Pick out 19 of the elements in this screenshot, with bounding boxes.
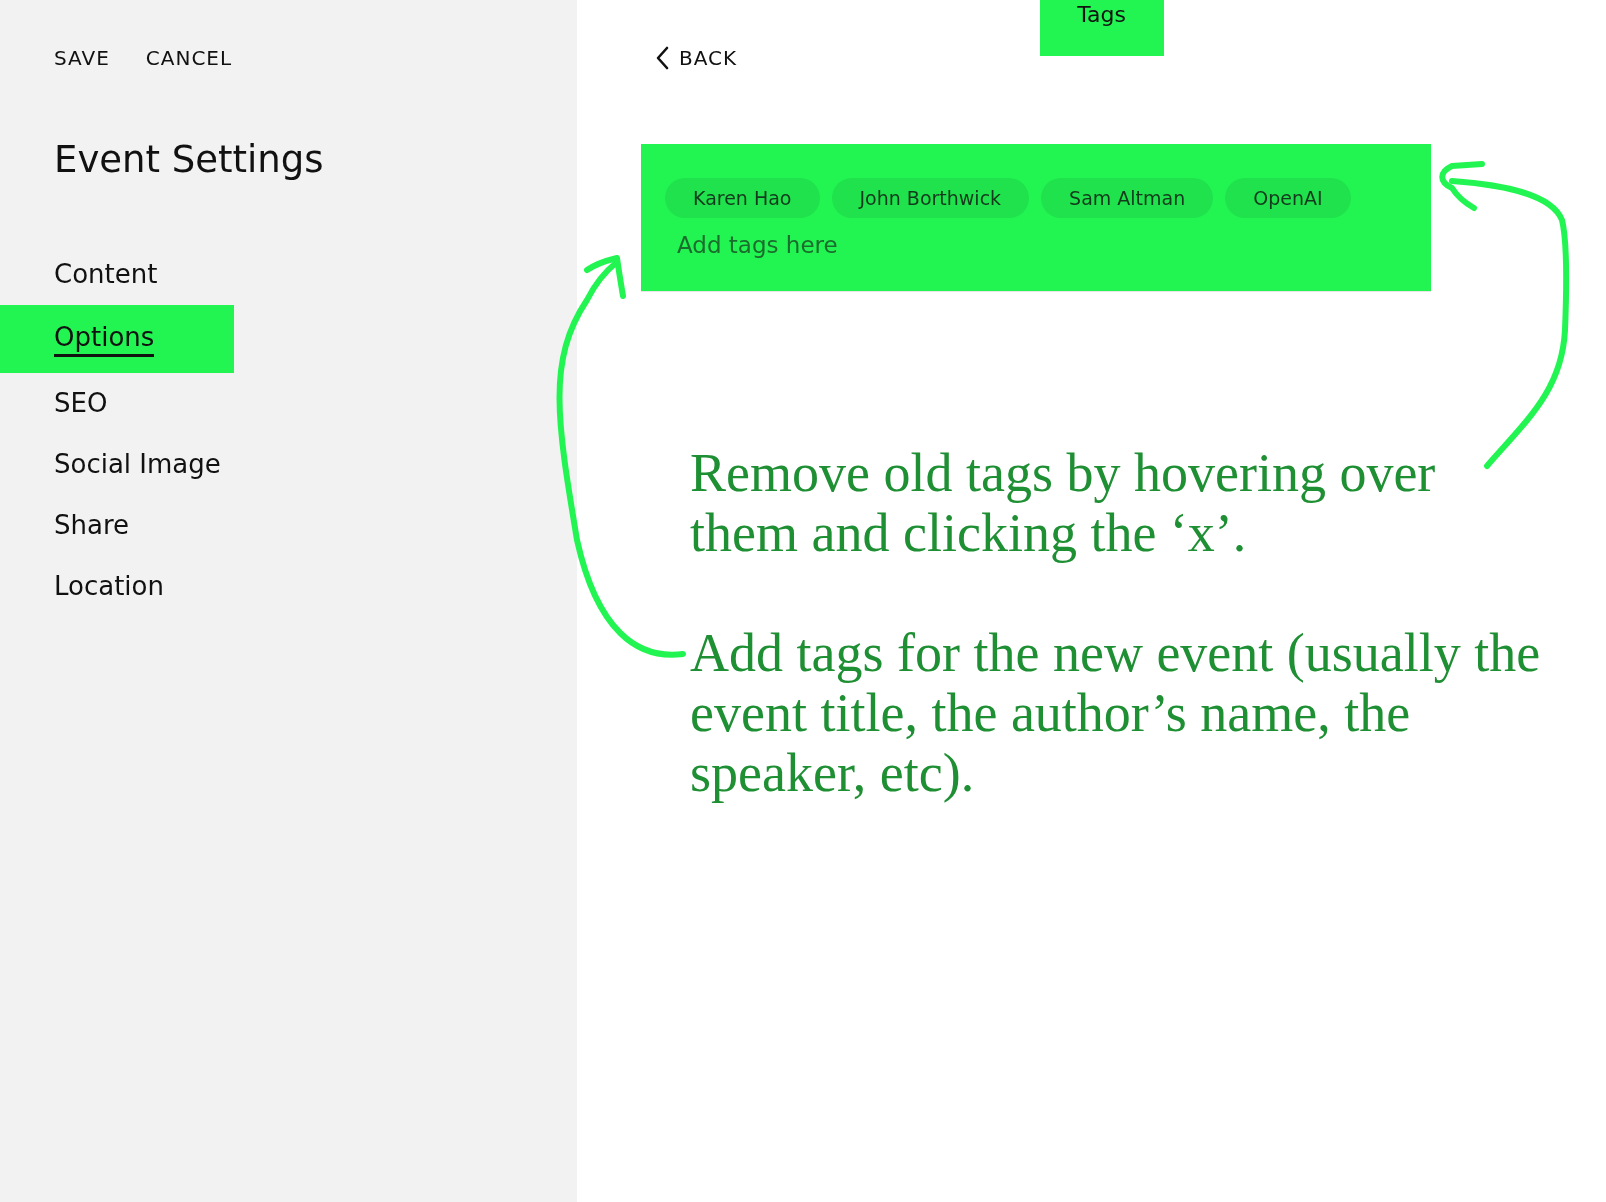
nav-item[interactable]: Content [54,258,158,291]
nav-item[interactable]: Share [54,509,130,542]
tag-chip[interactable]: Sam Altman [1041,178,1214,218]
back-button[interactable]: BACK [655,46,738,70]
chevron-left-icon [655,46,669,70]
tag-chip[interactable]: Karen Hao [665,178,820,218]
nav-item[interactable]: Location [54,570,164,603]
tags-field[interactable]: Karen Hao John Borthwick Sam Altman OpenAI Add tags here [641,144,1431,291]
action-button[interactable]: CANCEL [145,46,233,70]
annotation-text: Remove old tags by hovering over them and clicking the ‘x’. [690,443,1437,563]
nav-item[interactable]: SEO [54,387,108,420]
panel-title: Tags [1039,0,1164,56]
tag-chip[interactable]: John Borthwick [831,178,1030,218]
nav-item[interactable]: Social Image [54,448,221,481]
annotation-text: Add tags for the new event (usually the event title, the author’s name, the speaker, etc). [690,623,1542,803]
nav-item[interactable]: Options [54,321,155,357]
tag-chip[interactable]: OpenAI [1225,178,1351,218]
page-title: Event Settings [54,137,325,183]
action-button[interactable]: SAVE [54,46,110,70]
